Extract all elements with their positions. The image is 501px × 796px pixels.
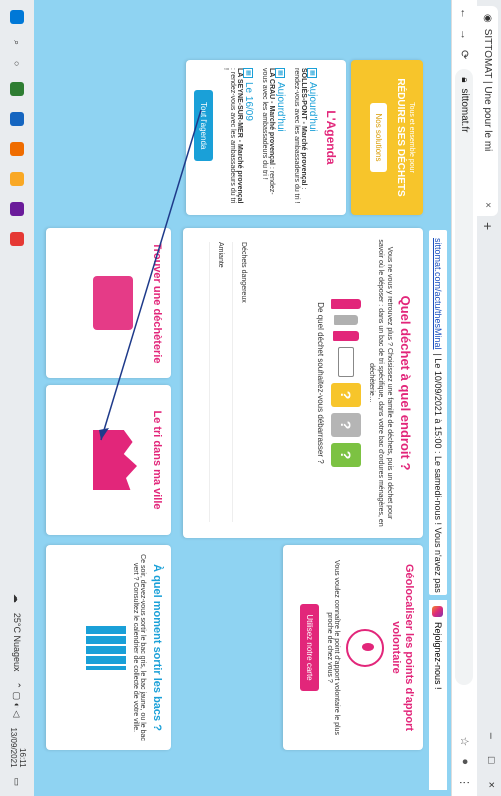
agenda-item[interactable]: ▦ Aujourd'hui SOLLIÈS-PONT - Marché prove… [293,68,318,207]
app-icon[interactable] [10,112,24,127]
maximize-button[interactable]: □ [485,757,497,764]
profile-icon[interactable]: ● [458,758,471,765]
weather-text: 25°C Nuageux [12,612,22,672]
agenda-item[interactable]: ▦ Aujourd'hui LA CRAU - Marché provençal … [261,68,286,207]
system-tray: ☁ 25°C Nuageux ⌃ ▢ ◐ ◁ 16:11 13/09/2021 … [8,593,27,786]
calendar-icon: ▦ [307,68,318,78]
yellow-bin-icon: ? [330,383,361,407]
address-bar[interactable]: 🔒︎ sittomat.fr [455,69,474,686]
lock-icon: 🔒︎ [459,77,470,83]
calendar-bin-icon [86,625,127,670]
start-icon[interactable] [10,10,24,24]
bacs-title: À quel moment sortir les bacs ? [151,564,163,731]
back-icon[interactable]: ← [459,8,471,19]
clock[interactable]: 16:11 13/09/2021 [8,727,27,768]
agenda-item[interactable]: ▦ Le 16/09 LA SEYNE-SUR-MER - Marché prov… [222,68,254,207]
time: 16:11 [17,748,27,768]
app-icon[interactable] [10,202,24,217]
follow-label: Rejoignez-nous ! [433,622,443,690]
search-icon[interactable]: ⌕ [12,40,23,45]
reduce-title: RÉDUIRE SES DÉCHETS [395,78,406,197]
date: 13/09/2021 [9,727,18,768]
reload-icon[interactable]: ⟳ [458,50,471,59]
chrome-icon[interactable] [10,142,24,157]
agenda-place: LA CRAU - Marché provençal [268,68,275,165]
weather-icon: ☁ [12,593,23,603]
all-agenda-button[interactable]: Tout l'agenda [194,90,213,162]
waste-question-card: Quel déchet à quel endroit ? Vous ne vou… [183,228,423,538]
grey-bin-icon: ? [330,413,361,437]
ticker-link[interactable]: sittomat.com/actu/thesMinal [433,238,443,350]
location-pin-icon [345,628,384,667]
geolocation-card: Géolocaliser les points d'apport volonta… [283,545,423,750]
star-icon[interactable]: ☆ [458,736,471,746]
list-item[interactable]: Amiante [209,242,232,522]
browser-tab-strip: ◉ SITTOMAT | Une pour le mi × + – □ × [477,0,501,796]
favicon-icon: ◉ [482,14,493,23]
option-label: Amiante [217,242,225,268]
folder-icon[interactable] [10,172,24,187]
waste-illustration: ? ? ? [330,238,361,528]
city-icon [93,430,137,490]
new-tab-button[interactable]: + [480,222,496,230]
chrome-icon[interactable] [10,232,24,247]
bottle-icon [330,299,361,309]
find-dechetterie-card[interactable]: Trouver une déchèterie [46,228,171,378]
calendar-icon: ▦ [275,68,286,78]
bacs-desc: Ce soir, devez-vous sortir le bac gris, … [132,554,147,741]
waste-family-list: Déchets dangereux Amiante [209,242,255,522]
sorting-in-city-card[interactable]: Le tri dans ma ville [46,385,171,535]
app-icon[interactable] [10,82,24,97]
tri-title: Le tri dans ma ville [151,410,163,510]
instagram-icon [432,606,444,617]
green-bin-icon: ? [330,443,361,467]
news-ticker: sittomat.com/actu/thesMinal | Le 10/09/2… [429,230,447,595]
recycling-center-icon [93,276,133,330]
question-intro: Vous ne vous y retrouvez plus ? Choisiss… [368,239,394,527]
geo-desc: Vous voulez connaître le point d'apport … [325,560,340,735]
use-map-button[interactable]: Utilisez notre carte [299,604,319,691]
bottle-icon [332,331,359,341]
agenda-date: Aujourd'hui [307,82,318,132]
toolbar-actions: ☆ ● ⋮ [458,736,471,788]
agenda-place: SOLLIÈS-PONT - Marché provençal [300,68,307,186]
notification-icon[interactable]: ▭ [12,777,23,786]
reduce-kicker: Tous et ensemble pour [408,102,415,173]
agenda-card: L'Agenda ▦ Aujourd'hui SOLLIÈS-PONT - Mar… [186,60,346,215]
list-item[interactable]: Déchets dangereux [232,242,255,522]
forward-icon[interactable]: → [459,29,471,40]
tab-close-icon[interactable]: × [482,202,493,208]
bottle-icon [333,315,358,325]
option-label: Déchets dangereux [240,242,248,303]
rotated-screen: ◉ SITTOMAT | Une pour le mi × + – □ × ← … [0,0,501,796]
follow-instagram[interactable]: Rejoignez-nous ! [429,600,447,790]
url-text: sittomat.fr [459,88,470,133]
browser-tab[interactable]: ◉ SITTOMAT | Une pour le mi × [477,6,498,216]
calendar-icon: ▦ [243,68,254,78]
task-view-icon[interactable]: ○ [12,61,22,66]
solutions-button[interactable]: Nos solutions [370,103,387,172]
dechetterie-title: Trouver une déchèterie [151,242,163,364]
tab-title: SITTOMAT | Une pour le mi [482,28,493,152]
window-controls: – □ × [485,733,497,788]
agenda-date: Aujourd'hui [275,82,286,132]
ticker-text: | Le 10/09/2021 à 15:00 : Le samedi-nous… [433,353,443,595]
browser-toolbar: ← → ⟳ 🔒︎ sittomat.fr ☆ ● ⋮ [451,0,477,796]
agenda-desc: : rendez-vous avec les ambassadeurs du t… [222,68,236,204]
arrow-icon [337,347,354,377]
reduce-waste-card: Tous et ensemble pour RÉDUIRE SES DÉCHET… [351,60,423,215]
bins-schedule-card[interactable]: À quel moment sortir les bacs ? Ce soir,… [46,545,171,750]
question-title: Quel déchet à quel endroit ? [398,295,413,471]
tray-icons[interactable]: ⌃ ▢ ◐ ◁ [12,682,23,718]
agenda-place: LA SEYNE-SUR-MER - Marché provençal [236,68,243,204]
geo-title: Géolocaliser les points d'apport volonta… [390,563,415,732]
close-window-button[interactable]: × [485,782,497,788]
agenda-date: Le 16/09 [243,82,254,121]
windows-taskbar: ⌕ ○ ☁ 25°C Nuageux ⌃ ▢ ◐ ◁ 16:11 13/09/2… [0,0,34,796]
minimize-button[interactable]: – [485,733,497,739]
agenda-title: L'Agenda [324,110,338,165]
menu-icon[interactable]: ⋮ [458,777,471,788]
question-prompt: De quel déchet souhaitez-vous débarrasse… [315,302,325,464]
